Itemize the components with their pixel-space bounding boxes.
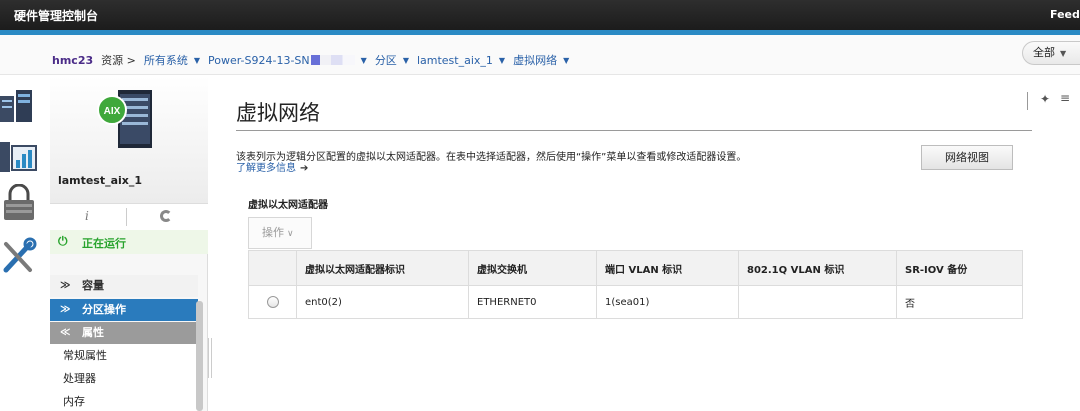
breadcrumb-host[interactable]: hmc23 <box>52 54 93 67</box>
top-bar: 硬件管理控制台 Feedback <box>0 0 1080 30</box>
nav-section-properties[interactable]: ≪ 属性 <box>50 322 198 344</box>
partition-name: lamtest_aix_1 <box>57 174 143 187</box>
pane-splitter[interactable] <box>208 338 212 378</box>
refresh-icon[interactable] <box>160 210 172 222</box>
actions-label: 操作 <box>262 226 284 239</box>
page-tools: ✦ ≡ <box>1027 91 1080 110</box>
row-radio[interactable] <box>267 296 279 308</box>
aix-server-icon: AIX <box>94 84 158 157</box>
cell-sriov-backup: 否 <box>896 285 1023 319</box>
status-label: 正在运行 <box>82 237 126 250</box>
virtual-adapter-table: 虚拟以太网适配器标识 虚拟交换机 端口 VLAN 标识 802.1Q VLAN … <box>248 250 1023 319</box>
row-select-cell <box>248 285 297 319</box>
table-title: 虚拟以太网适配器 <box>248 200 328 211</box>
partition-card: AIX lamtest_aix_1 <box>50 76 208 204</box>
nav-section-partition-ops[interactable]: ≫ 分区操作 <box>50 299 198 321</box>
server-rack-icon[interactable] <box>0 86 38 126</box>
chevron-down-icon[interactable]: ▼ <box>563 56 569 65</box>
page-description: 该表列示为逻辑分区配置的虚拟以太网适配器。在表中选择适配器，然后使用“操作”菜单… <box>236 152 747 163</box>
nav-section-label: 属性 <box>82 326 104 339</box>
cell-vswitch: ETHERNET0 <box>468 285 597 319</box>
chevron-down-icon[interactable]: ▼ <box>361 56 367 65</box>
nav-item-general-properties[interactable]: 常规属性 <box>50 344 198 367</box>
nav-item-processors[interactable]: 处理器 <box>50 367 198 390</box>
column-header-port-vlan[interactable]: 端口 VLAN 标识 <box>596 250 739 286</box>
page-title: 虚拟网络 <box>236 101 320 125</box>
scope-label: 全部 <box>1033 46 1055 59</box>
app-title: 硬件管理控制台 <box>14 9 99 23</box>
breadcrumb-system[interactable]: Power-S924-13-SN <box>208 54 310 67</box>
nav-section-label: 分区操作 <box>82 303 126 316</box>
learn-more-link[interactable]: 了解更多信息 ➔ <box>236 159 308 174</box>
table-header-row: 虚拟以太网适配器标识 虚拟交换机 端口 VLAN 标识 802.1Q VLAN … <box>248 250 1023 286</box>
network-view-button[interactable]: 网络视图 <box>921 145 1013 170</box>
pin-icon[interactable]: ✦ <box>1040 92 1050 106</box>
chevron-down-icon: ∨ <box>287 229 294 239</box>
status-row: ⏻ 正在运行 <box>50 230 208 254</box>
chevron-down-icon: ≫ <box>60 280 71 291</box>
column-header-adapter-id[interactable]: 虚拟以太网适配器标识 <box>296 250 469 286</box>
security-lock-icon[interactable] <box>0 183 38 224</box>
nav-item-memory[interactable]: 内存 <box>50 390 198 411</box>
chevron-down-icon[interactable]: ▼ <box>499 56 505 65</box>
chevron-down-icon[interactable]: ▼ <box>194 56 200 65</box>
actions-button[interactable]: 操作 ∨ <box>248 217 312 249</box>
chevron-down-icon: ≫ <box>60 304 71 315</box>
chevron-up-icon: ≪ <box>60 327 71 338</box>
breadcrumb-bar: hmc23 资源 > 所有系统 ▼ Power-S924-13-SN ▼ 分区 … <box>0 35 1080 75</box>
cell-port-vlan: 1(sea01) <box>596 285 739 319</box>
chevron-down-icon[interactable]: ▼ <box>403 56 409 65</box>
partition-tools: i <box>50 204 208 230</box>
column-header-sriov-backup[interactable]: SR-IOV 备份 <box>896 250 1023 286</box>
power-icon: ⏻ <box>58 234 68 248</box>
breadcrumb: hmc23 资源 > 所有系统 ▼ Power-S924-13-SN ▼ 分区 … <box>52 52 569 68</box>
cell-adapter-id: ent0(2) <box>296 285 469 319</box>
menu-icon[interactable]: ≡ <box>1060 91 1070 105</box>
cell-8021q-vlan <box>738 285 897 319</box>
tools-icon[interactable] <box>0 236 38 276</box>
learn-more-label: 了解更多信息 <box>236 163 296 174</box>
breadcrumb-all-systems[interactable]: 所有系统 <box>144 52 188 68</box>
breadcrumb-partitions[interactable]: 分区 <box>375 52 397 68</box>
info-icon[interactable]: i <box>85 209 89 223</box>
feedback-link[interactable]: Feedback <box>1050 8 1080 21</box>
breadcrumb-virtual-network[interactable]: 虚拟网络 <box>513 52 557 68</box>
column-header-select <box>248 250 297 286</box>
icon-rail <box>0 76 44 411</box>
divider <box>126 208 127 226</box>
redacted-serial <box>310 55 355 65</box>
nav-section-label: 容量 <box>82 279 104 292</box>
breadcrumb-resources[interactable]: 资源 > <box>101 52 136 68</box>
column-header-8021q-vlan[interactable]: 802.1Q VLAN 标识 <box>738 250 897 286</box>
nav-section-capacity[interactable]: ≫ 容量 <box>50 275 198 297</box>
chevron-down-icon: ▼ <box>1060 49 1067 58</box>
table-row[interactable]: ent0(2) ETHERNET0 1(sea01) 否 <box>248 285 1023 319</box>
performance-chart-icon[interactable] <box>0 136 38 176</box>
os-badge: AIX <box>104 106 121 117</box>
column-header-vswitch[interactable]: 虚拟交换机 <box>468 250 597 286</box>
scope-dropdown[interactable]: 全部 ▼ <box>1022 41 1080 65</box>
arrow-right-icon: ➔ <box>300 163 309 174</box>
left-nav: AIX lamtest_aix_1 i ⏻ 正在运行 ≫ 容量 ≫ 分区操作 ≪… <box>50 76 208 411</box>
breadcrumb-partition[interactable]: lamtest_aix_1 <box>417 54 493 67</box>
title-divider <box>236 130 1032 131</box>
nav-scrollbar[interactable] <box>196 301 203 411</box>
